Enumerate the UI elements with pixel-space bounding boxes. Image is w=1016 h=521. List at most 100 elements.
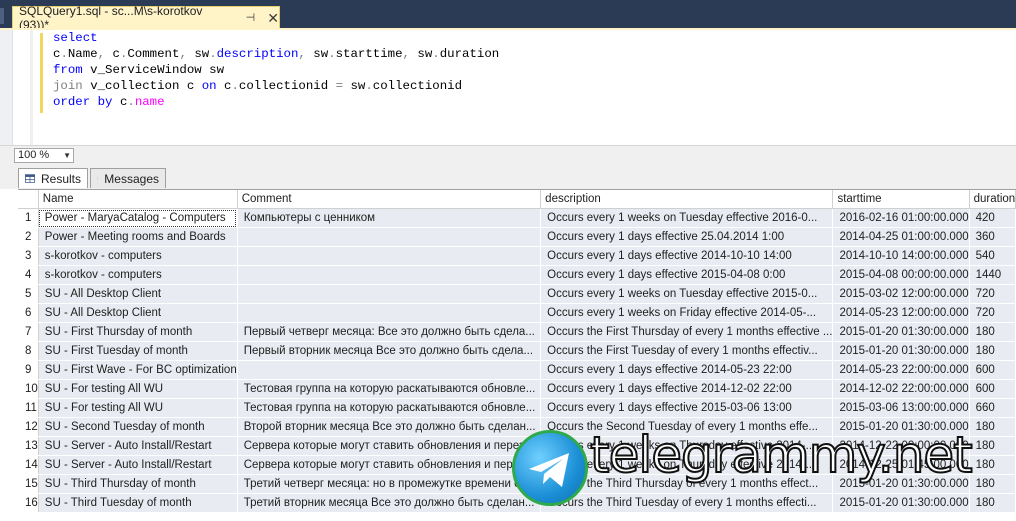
- row-number[interactable]: 2: [18, 227, 39, 247]
- description-cell[interactable]: Occurs every 1 days effective 25.04.2014…: [540, 227, 834, 247]
- starttime-cell[interactable]: 2015-03-06 13:00:00.000: [832, 398, 970, 418]
- description-cell[interactable]: Occurs every 1 weeks on Tuesday effectiv…: [540, 284, 834, 304]
- comment-cell[interactable]: Третий четверг месяца: но в промежутке в…: [237, 474, 542, 494]
- duration-cell[interactable]: 720: [969, 284, 1016, 304]
- table-row[interactable]: 2 Power - Meeting rooms and Boards Occurs …: [18, 227, 1016, 247]
- table-row[interactable]: 1 Power - MaryaCatalog - Computers Компьют…: [18, 208, 1016, 228]
- row-number[interactable]: 5: [18, 284, 39, 304]
- row-number[interactable]: 8: [18, 341, 39, 361]
- duration-cell[interactable]: 660: [969, 398, 1016, 418]
- row-number[interactable]: 10: [18, 379, 39, 399]
- row-number[interactable]: 4: [18, 265, 39, 285]
- table-row[interactable]: 16 SU - Third Tuesday of month Третий втор…: [18, 493, 1016, 513]
- description-cell[interactable]: Occurs every 1 days effective 2014-10-10…: [540, 246, 834, 266]
- comment-cell[interactable]: [237, 360, 542, 380]
- name-cell[interactable]: SU - For testing All WU: [38, 379, 238, 399]
- sql-code[interactable]: select c.Name, c.Comment, sw.description,…: [53, 30, 499, 110]
- row-number[interactable]: 1: [18, 208, 39, 228]
- row-number[interactable]: 6: [18, 303, 39, 323]
- duration-cell[interactable]: 180: [969, 341, 1016, 361]
- duration-cell[interactable]: 600: [969, 379, 1016, 399]
- name-cell[interactable]: SU - Third Tuesday of month: [38, 493, 238, 513]
- comment-cell[interactable]: Первый четверг месяца: Все это должно бы…: [237, 322, 542, 342]
- starttime-cell[interactable]: 2015-03-02 12:00:00.000: [832, 284, 970, 304]
- comment-cell[interactable]: Первый вторник месяца Все это должно быт…: [237, 341, 542, 361]
- row-number[interactable]: 15: [18, 474, 39, 494]
- name-cell[interactable]: SU - For testing All WU: [38, 398, 238, 418]
- table-row[interactable]: 8 SU - First Tuesday of month Первый вторн…: [18, 341, 1016, 361]
- row-number[interactable]: 9: [18, 360, 39, 380]
- comment-cell[interactable]: [237, 303, 542, 323]
- starttime-cell[interactable]: 2015-01-20 01:30:00.000: [832, 341, 970, 361]
- starttime-cell[interactable]: 2014-12-22 00:00:00.000: [832, 436, 970, 456]
- duration-cell[interactable]: 180: [969, 493, 1016, 513]
- table-row[interactable]: 13 SU - Server - Auto Install/Restart Серв…: [18, 436, 1016, 456]
- table-row[interactable]: 9 SU - First Wave - For BC optimization Oc…: [18, 360, 1016, 380]
- name-cell[interactable]: SU - All Desktop Client: [38, 303, 238, 323]
- table-row[interactable]: 14 SU - Server - Auto Install/Restart Серв…: [18, 455, 1016, 475]
- comment-cell[interactable]: [237, 227, 542, 247]
- chevron-down-icon[interactable]: ▼: [63, 149, 71, 162]
- comment-cell[interactable]: [237, 284, 542, 304]
- duration-cell[interactable]: 180: [969, 474, 1016, 494]
- tab-results[interactable]: Results: [18, 168, 88, 188]
- name-cell[interactable]: s-korotkov - computers: [38, 265, 238, 285]
- description-cell[interactable]: Occurs the First Thursday of every 1 mon…: [540, 322, 834, 342]
- description-cell[interactable]: Occurs the Second Tuesday of every 1 mon…: [540, 417, 834, 437]
- starttime-cell[interactable]: 2015-04-08 00:00:00.000: [832, 265, 970, 285]
- row-number[interactable]: 16: [18, 493, 39, 513]
- duration-cell[interactable]: 420: [969, 208, 1016, 228]
- starttime-cell[interactable]: 2016-02-16 01:00:00.000: [832, 208, 970, 228]
- sql-editor[interactable]: select c.Name, c.Comment, sw.description,…: [0, 30, 1016, 145]
- column-header[interactable]: duration: [969, 190, 1016, 209]
- table-row[interactable]: 5 SU - All Desktop Client Occurs every 1 w…: [18, 284, 1016, 304]
- starttime-cell[interactable]: 2014-12-25 01:45:00.000: [832, 455, 970, 475]
- name-cell[interactable]: s-korotkov - computers: [38, 246, 238, 266]
- comment-cell[interactable]: Третий вторник месяца Все это должно быт…: [237, 493, 542, 513]
- description-cell[interactable]: Occurs the First Tuesday of every 1 mont…: [540, 341, 834, 361]
- starttime-cell[interactable]: 2015-01-20 01:30:00.000: [832, 493, 970, 513]
- description-cell[interactable]: Occurs every 1 weeks on Tuesday effectiv…: [540, 208, 834, 228]
- starttime-cell[interactable]: 2014-05-23 12:00:00.000: [832, 303, 970, 323]
- name-cell[interactable]: SU - Server - Auto Install/Restart: [38, 436, 238, 456]
- starttime-cell[interactable]: 2015-01-20 01:30:00.000: [832, 474, 970, 494]
- comment-cell[interactable]: Второй вторник месяца Все это должно быт…: [237, 417, 542, 437]
- name-cell[interactable]: Power - MaryaCatalog - Computers: [38, 208, 238, 228]
- description-cell[interactable]: Occurs every 1 weeks on Thursday effecti…: [540, 436, 834, 456]
- starttime-cell[interactable]: 2014-12-02 22:00:00.000: [832, 379, 970, 399]
- description-cell[interactable]: Occurs every 1 weeks on Thursday effecti…: [540, 455, 834, 475]
- duration-cell[interactable]: 720: [969, 303, 1016, 323]
- comment-cell[interactable]: Сервера которые могут ставить обновления…: [237, 455, 542, 475]
- duration-cell[interactable]: 1440: [969, 265, 1016, 285]
- duration-cell[interactable]: 180: [969, 436, 1016, 456]
- table-row[interactable]: 10 SU - For testing All WU Тестовая группа…: [18, 379, 1016, 399]
- table-row[interactable]: 7 SU - First Thursday of month Первый четв…: [18, 322, 1016, 342]
- table-row[interactable]: 3 s-korotkov - computers Occurs every 1 da…: [18, 246, 1016, 266]
- column-header[interactable]: description: [540, 190, 834, 209]
- column-header[interactable]: Name: [38, 190, 238, 209]
- name-cell[interactable]: SU - All Desktop Client: [38, 284, 238, 304]
- column-header[interactable]: Comment: [237, 190, 542, 209]
- row-number[interactable]: 14: [18, 455, 39, 475]
- starttime-cell[interactable]: 2014-04-25 01:00:00.000: [832, 227, 970, 247]
- results-grid[interactable]: Name Comment description starttime durat…: [18, 189, 1016, 521]
- description-cell[interactable]: Occurs every 1 days effective 2015-04-08…: [540, 265, 834, 285]
- duration-cell[interactable]: 360: [969, 227, 1016, 247]
- row-number[interactable]: 3: [18, 246, 39, 266]
- starttime-cell[interactable]: 2015-01-20 01:30:00.000: [832, 322, 970, 342]
- starttime-cell[interactable]: 2015-01-20 01:30:00.000: [832, 417, 970, 437]
- name-cell[interactable]: SU - First Thursday of month: [38, 322, 238, 342]
- comment-cell[interactable]: Тестовая группа на которую раскатываются…: [237, 379, 542, 399]
- duration-cell[interactable]: 540: [969, 246, 1016, 266]
- starttime-cell[interactable]: 2014-10-10 14:00:00.000: [832, 246, 970, 266]
- comment-cell[interactable]: Компьютеры с ценником: [237, 208, 542, 228]
- close-icon[interactable]: ✕: [267, 11, 279, 25]
- name-cell[interactable]: SU - First Wave - For BC optimization: [38, 360, 238, 380]
- duration-cell[interactable]: 180: [969, 417, 1016, 437]
- pin-icon[interactable]: ⊣: [246, 11, 256, 24]
- query-document-tab[interactable]: SQLQuery1.sql - sc...M\s-korotkov (93))*…: [12, 4, 280, 32]
- name-cell[interactable]: SU - Second Tuesday of month: [38, 417, 238, 437]
- starttime-cell[interactable]: 2014-05-23 22:00:00.000: [832, 360, 970, 380]
- duration-cell[interactable]: 600: [969, 360, 1016, 380]
- row-number[interactable]: 13: [18, 436, 39, 456]
